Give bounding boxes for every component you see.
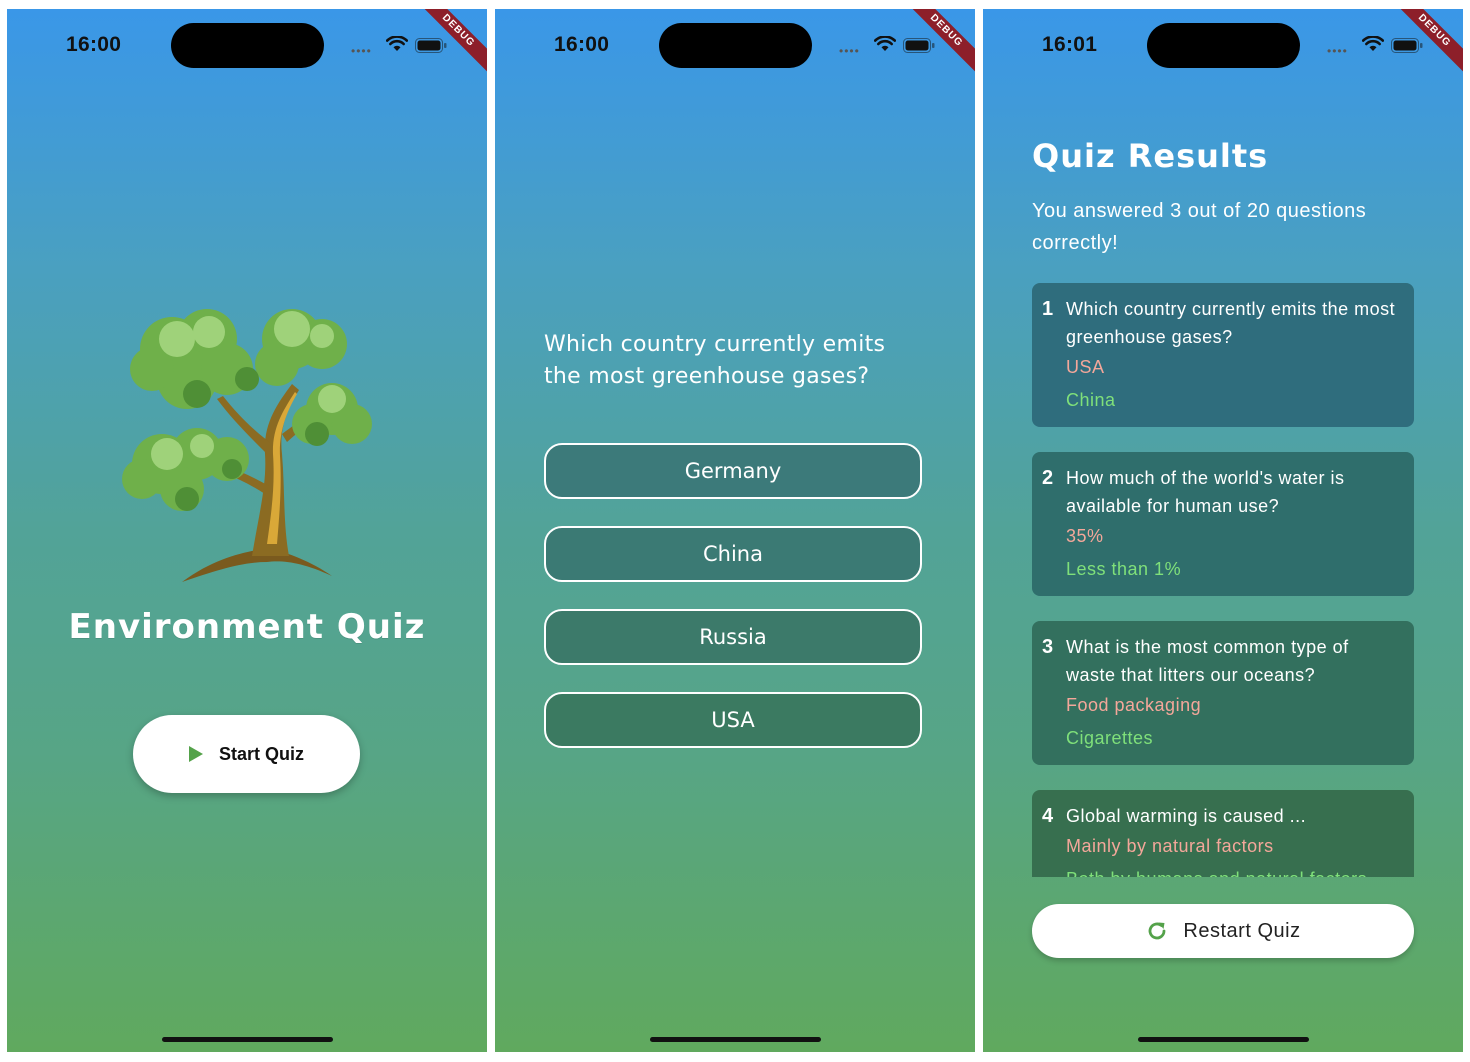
user-answer: Mainly by natural factors: [1066, 836, 1274, 856]
results-title: Quiz Results: [1032, 137, 1269, 175]
home-indicator: [162, 1037, 333, 1042]
wifi-icon: [1362, 36, 1384, 51]
result-question: Which country currently emits the most g…: [1066, 299, 1396, 347]
status-icons: ••••: [351, 36, 451, 58]
home-indicator: [1138, 1037, 1309, 1042]
correct-answer: China: [1066, 390, 1116, 410]
answer-option-china[interactable]: China: [544, 526, 922, 582]
results-list[interactable]: 1 Which country currently emits the most…: [1032, 283, 1414, 877]
answer-option-usa[interactable]: USA: [544, 692, 922, 748]
result-question: What is the most common type of waste th…: [1066, 637, 1349, 685]
refresh-icon: [1149, 922, 1166, 940]
signal-dots-icon: ••••: [351, 44, 372, 58]
question-text: Which country currently emits the most g…: [544, 332, 886, 389]
user-answer: USA: [1066, 357, 1105, 377]
dynamic-island: [659, 23, 812, 68]
user-answer: 35%: [1066, 526, 1104, 546]
home-indicator: [650, 1037, 821, 1042]
results-screen: 16:01 •••• DEBUG Quiz Results You answer…: [983, 9, 1463, 1052]
result-question: How much of the world's water is availab…: [1066, 468, 1345, 516]
play-icon: [188, 746, 203, 762]
signal-dots-icon: ••••: [1327, 44, 1348, 58]
question-screen: 16:00 •••• DEBUG Which country currently…: [495, 9, 975, 1052]
correct-answer: Cigarettes: [1066, 728, 1154, 748]
answer-option-germany[interactable]: Germany: [544, 443, 922, 499]
start-quiz-button[interactable]: Start Quiz: [133, 715, 360, 793]
result-number: 2: [1042, 467, 1054, 489]
start-screen: 16:00 •••• DEBUG Environment Quiz Start …: [7, 9, 487, 1052]
battery-icon: [415, 38, 447, 53]
status-time: 16:00: [554, 33, 610, 56]
result-question: Global warming is caused ...: [1066, 806, 1307, 826]
result-card: 4 Global warming is caused ... Mainly by…: [1032, 790, 1414, 877]
status-icons: ••••: [839, 36, 939, 58]
app-title: Environment Quiz: [68, 607, 426, 647]
result-number: 1: [1042, 298, 1054, 320]
user-answer: Food packaging: [1066, 695, 1202, 715]
battery-icon: [903, 38, 935, 53]
results-summary: You answered 3 out of 20 questions corre…: [1032, 200, 1367, 254]
result-card: 3 What is the most common type of waste …: [1032, 621, 1414, 765]
status-icons: ••••: [1327, 36, 1427, 58]
status-time: 16:01: [1042, 33, 1098, 56]
correct-answer: Less than 1%: [1066, 559, 1182, 579]
battery-icon: [1391, 38, 1423, 53]
result-card: 2 How much of the world's water is avail…: [1032, 452, 1414, 596]
correct-answer: Both by humans and natural factors: [1066, 869, 1402, 877]
wifi-icon: [386, 36, 408, 51]
start-quiz-label: Start Quiz: [218, 743, 304, 764]
dynamic-island: [171, 23, 324, 68]
tree-icon: [122, 309, 372, 582]
result-card: 1 Which country currently emits the most…: [1032, 283, 1414, 427]
wifi-icon: [874, 36, 896, 51]
restart-quiz-label: Restart Quiz: [1183, 919, 1301, 942]
signal-dots-icon: ••••: [839, 44, 860, 58]
answer-option-russia[interactable]: Russia: [544, 609, 922, 665]
result-number: 3: [1042, 636, 1054, 658]
status-time: 16:00: [66, 33, 122, 56]
restart-quiz-button[interactable]: Restart Quiz: [1032, 904, 1414, 958]
result-number: 4: [1042, 805, 1054, 827]
dynamic-island: [1147, 23, 1300, 68]
